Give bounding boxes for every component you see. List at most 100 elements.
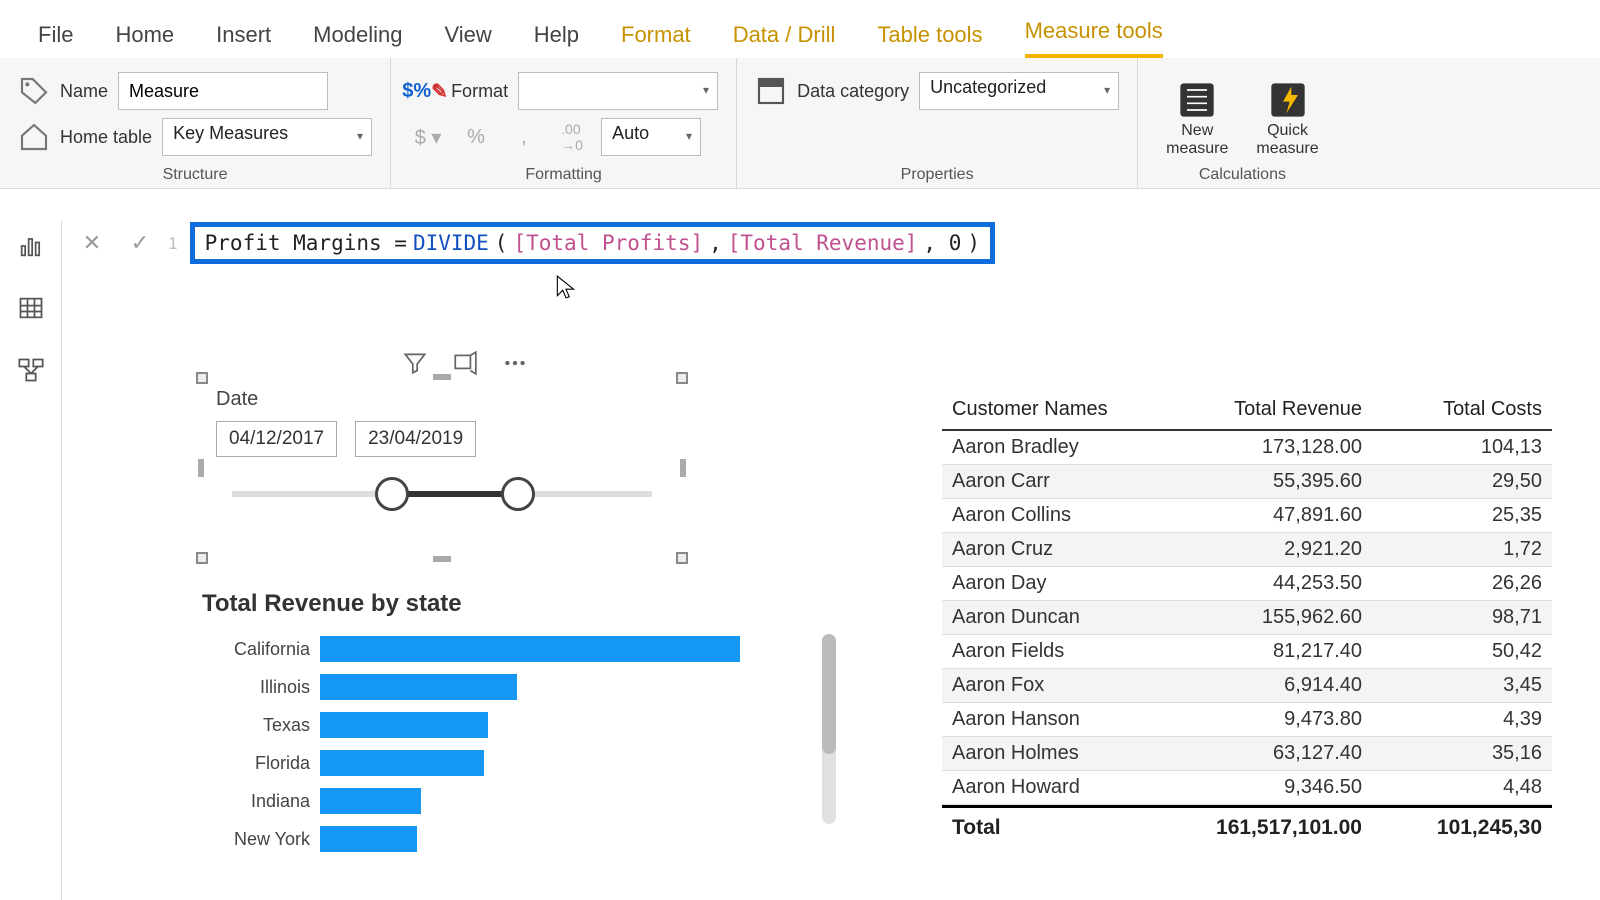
ribbon-tabs: File Home Insert Modeling View Help Form… — [0, 0, 1600, 58]
table-row[interactable]: Aaron Howard9,346.504,48 — [942, 771, 1552, 805]
chart-scrollbar[interactable] — [822, 634, 836, 824]
more-options-icon[interactable] — [502, 350, 528, 376]
table-header-name[interactable]: Customer Names — [942, 390, 1192, 429]
bar-row[interactable]: Indiana — [202, 788, 802, 814]
new-measure-button[interactable]: New measure — [1156, 76, 1238, 162]
format-dropdown[interactable] — [518, 72, 718, 110]
table-cell: 155,962.60 — [1192, 601, 1372, 634]
table-row[interactable]: Aaron Carr55,395.6029,50 — [942, 465, 1552, 499]
table-row[interactable]: Aaron Fox6,914.403,45 — [942, 669, 1552, 703]
tag-icon — [18, 75, 50, 107]
table-cell: Aaron Fields — [942, 635, 1192, 668]
table-cell: 81,217.40 — [1192, 635, 1372, 668]
formula-commit-button[interactable]: ✓ — [120, 223, 160, 263]
filter-icon[interactable] — [402, 350, 428, 376]
revenue-by-state-chart[interactable]: Total Revenue by state California Illinoi… — [202, 590, 802, 852]
chart-title: Total Revenue by state — [202, 590, 802, 618]
model-view-button[interactable] — [11, 350, 51, 390]
table-row[interactable]: Aaron Holmes63,127.4035,16 — [942, 737, 1552, 771]
formula-line-number: 1 — [168, 234, 178, 253]
table-cell: 25,35 — [1372, 499, 1552, 532]
table-row[interactable]: Aaron Cruz2,921.201,72 — [942, 533, 1552, 567]
bar — [320, 712, 488, 738]
table-row[interactable]: Aaron Bradley173,128.00104,13 — [942, 431, 1552, 465]
date-slicer[interactable]: Date 04/12/2017 23/04/2019 — [202, 378, 682, 558]
table-cell: 26,26 — [1372, 567, 1552, 600]
table-cell: 50,42 — [1372, 635, 1552, 668]
formula-input[interactable]: Profit Margins = DIVIDE ( [Total Profits… — [190, 222, 995, 264]
table-cell: Aaron Holmes — [942, 737, 1192, 770]
report-view-button[interactable] — [11, 226, 51, 266]
tab-insert[interactable]: Insert — [216, 22, 271, 58]
table-row[interactable]: Aaron Collins47,891.6025,35 — [942, 499, 1552, 533]
bar-row[interactable]: Illinois — [202, 674, 802, 700]
group-formatting: $%✎ Format $ ▾ % , .00→0 Auto Formatting — [391, 58, 737, 188]
table-cell: 9,346.50 — [1192, 771, 1372, 804]
selection-handles[interactable] — [202, 378, 682, 558]
table-cell: 3,45 — [1372, 669, 1552, 702]
bar — [320, 636, 740, 662]
formula-arg2: [Total Revenue] — [728, 231, 918, 255]
name-label: Name — [60, 81, 108, 102]
formula-prefix: Profit Margins = — [205, 231, 407, 255]
currency-button[interactable]: $ ▾ — [409, 118, 447, 156]
tab-help[interactable]: Help — [534, 22, 579, 58]
home-table-dropdown[interactable]: Key Measures — [162, 118, 372, 156]
table-cell: Aaron Collins — [942, 499, 1192, 532]
table-cell: 35,16 — [1372, 737, 1552, 770]
table-cell: 4,48 — [1372, 771, 1552, 804]
table-row[interactable]: Aaron Hanson9,473.804,39 — [942, 703, 1552, 737]
tab-measure-tools[interactable]: Measure tools — [1025, 18, 1163, 58]
decimals-stepper[interactable]: Auto — [601, 118, 701, 156]
table-total-revenue: 161,517,101.00 — [1192, 808, 1372, 848]
home-icon — [18, 121, 50, 153]
table-cell: 2,921.20 — [1192, 533, 1372, 566]
slicer-thumb-end[interactable] — [501, 477, 535, 511]
bar-label: Texas — [202, 715, 310, 736]
slicer-track[interactable] — [232, 491, 652, 497]
table-row[interactable]: Aaron Day44,253.5026,26 — [942, 567, 1552, 601]
tab-table-tools[interactable]: Table tools — [877, 22, 982, 58]
measure-name-input[interactable] — [118, 72, 328, 110]
quick-measure-button[interactable]: Quick measure — [1246, 76, 1328, 162]
tab-home[interactable]: Home — [115, 22, 174, 58]
customer-table[interactable]: Customer Names Total Revenue Total Costs… — [942, 390, 1552, 848]
data-category-label: Data category — [797, 81, 909, 102]
group-label-properties: Properties — [755, 166, 1119, 184]
table-row[interactable]: Aaron Duncan155,962.6098,71 — [942, 601, 1552, 635]
bar — [320, 750, 484, 776]
table-cell: Aaron Hanson — [942, 703, 1192, 736]
tab-data-drill[interactable]: Data / Drill — [733, 22, 836, 58]
table-cell: 104,13 — [1372, 431, 1552, 464]
tab-modeling[interactable]: Modeling — [313, 22, 402, 58]
data-view-button[interactable] — [11, 288, 51, 328]
formula-cancel-button[interactable]: ✕ — [72, 223, 112, 263]
table-cell: Aaron Carr — [942, 465, 1192, 498]
table-header-revenue[interactable]: Total Revenue — [1192, 390, 1372, 429]
tab-file[interactable]: File — [38, 22, 73, 58]
report-canvas[interactable]: Date 04/12/2017 23/04/2019 Total Revenue… — [72, 290, 1600, 900]
percent-button[interactable]: % — [457, 118, 495, 156]
table-cell: Aaron Day — [942, 567, 1192, 600]
table-cell: 6,914.40 — [1192, 669, 1372, 702]
table-row[interactable]: Aaron Fields81,217.4050,42 — [942, 635, 1552, 669]
bar-row[interactable]: Florida — [202, 750, 802, 776]
tab-format[interactable]: Format — [621, 22, 691, 58]
bar-row[interactable]: California — [202, 636, 802, 662]
new-measure-label: New measure — [1166, 122, 1228, 158]
table-cell: 47,891.60 — [1192, 499, 1372, 532]
bar-label: Florida — [202, 753, 310, 774]
ribbon: Name Home table Key Measures Structure $… — [0, 58, 1600, 189]
table-cell: 44,253.50 — [1192, 567, 1372, 600]
bar-row[interactable]: Texas — [202, 712, 802, 738]
tab-view[interactable]: View — [444, 22, 491, 58]
quick-measure-label: Quick measure — [1256, 122, 1318, 158]
slicer-thumb-start[interactable] — [375, 477, 409, 511]
thousands-sep-button[interactable]: , — [505, 118, 543, 156]
focus-mode-icon[interactable] — [452, 350, 478, 376]
table-header-costs[interactable]: Total Costs — [1372, 390, 1552, 429]
bar-row[interactable]: New York — [202, 826, 802, 852]
bar — [320, 788, 421, 814]
bar — [320, 826, 417, 852]
data-category-dropdown[interactable]: Uncategorized — [919, 72, 1119, 110]
